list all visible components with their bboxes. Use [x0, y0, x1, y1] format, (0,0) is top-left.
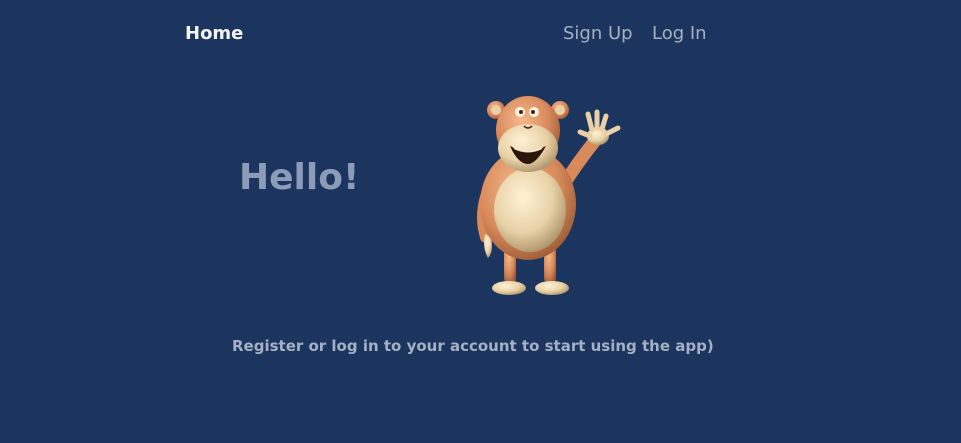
nav-signup-link[interactable]: Sign Up: [563, 22, 633, 46]
nav-login-link[interactable]: Log In: [652, 22, 707, 46]
nav-home-link[interactable]: Home: [185, 22, 243, 46]
waving-monkey-icon: [477, 96, 621, 295]
greeting-heading: Hello!: [239, 157, 360, 198]
register-prompt-text: Register or log in to your account to st…: [232, 337, 714, 355]
